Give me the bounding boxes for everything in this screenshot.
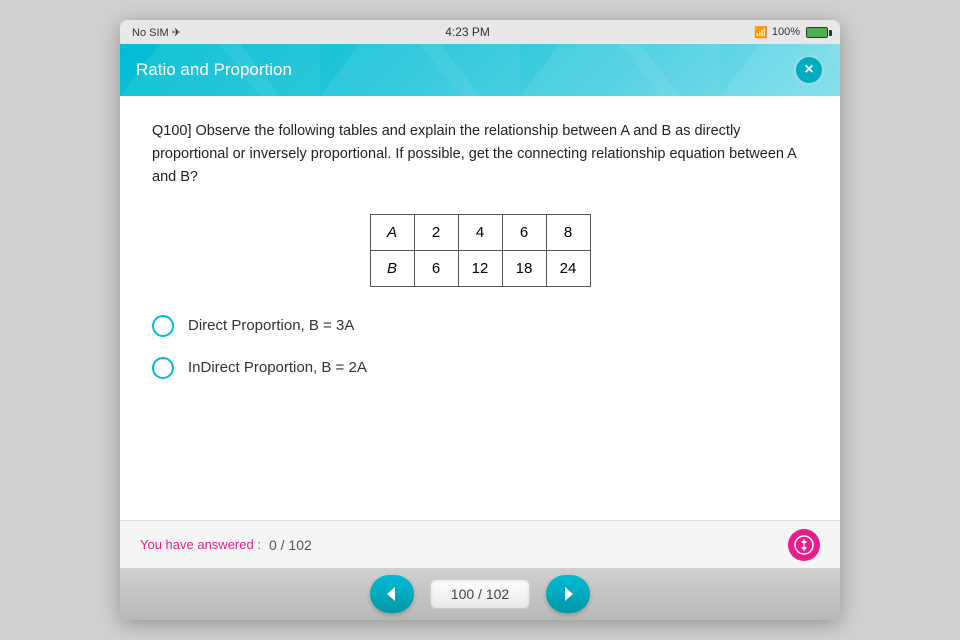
answered-count: 0 / 102 — [269, 537, 312, 553]
header-title: Ratio and Proportion — [136, 60, 292, 80]
option-2[interactable]: InDirect Proportion, B = 2A — [152, 357, 808, 379]
answered-total: 102 — [288, 537, 311, 553]
radio-2[interactable] — [152, 357, 174, 379]
row-a-val4: 8 — [546, 214, 590, 250]
bluetooth-icon: 📶 — [754, 26, 768, 39]
answered-number: 0 — [269, 537, 277, 553]
prev-icon — [383, 585, 401, 603]
bottom-logo — [788, 529, 820, 561]
options-container: Direct Proportion, B = 3A InDirect Propo… — [152, 315, 808, 379]
next-button[interactable] — [546, 575, 590, 613]
page-sep: / — [478, 586, 486, 602]
question-number: Q100] — [152, 123, 192, 139]
table-row-a: A 2 4 6 8 — [370, 214, 590, 250]
table-row-b: B 6 12 18 24 — [370, 250, 590, 286]
question-body: Observe the following tables and explain… — [152, 123, 796, 185]
status-right: 📶 100% — [754, 26, 828, 39]
prev-button[interactable] — [370, 575, 414, 613]
status-bar: No SIM ✈ 4:23 PM 📶 100% — [120, 20, 840, 44]
row-b-val4: 24 — [546, 250, 590, 286]
proportion-table: A 2 4 6 8 B 6 12 18 24 — [370, 214, 591, 287]
battery-label: 100% — [772, 26, 800, 38]
row-b-val2: 12 — [458, 250, 502, 286]
row-b-label: B — [370, 250, 414, 286]
option-2-text: InDirect Proportion, B = 2A — [188, 359, 367, 376]
answered-label: You have answered : — [140, 537, 261, 552]
row-a-val2: 4 — [458, 214, 502, 250]
row-a-val3: 6 — [502, 214, 546, 250]
header: Ratio and Proportion × — [120, 44, 840, 96]
logo-icon — [794, 535, 814, 555]
main-content: Q100] Observe the following tables and e… — [120, 96, 840, 520]
current-page: 100 — [451, 586, 474, 602]
status-time: 4:23 PM — [445, 25, 490, 39]
device-frame: No SIM ✈ 4:23 PM 📶 100% Ratio and Propor… — [120, 20, 840, 620]
option-1-text: Direct Proportion, B = 3A — [188, 317, 354, 334]
page-indicator: 100 / 102 — [430, 579, 530, 609]
question-text: Q100] Observe the following tables and e… — [152, 120, 808, 190]
nav-bar: 100 / 102 — [120, 568, 840, 620]
option-1[interactable]: Direct Proportion, B = 3A — [152, 315, 808, 337]
status-carrier: No SIM ✈ — [132, 26, 181, 39]
bottom-bar: You have answered : 0 / 102 — [120, 520, 840, 568]
total-pages: 102 — [486, 586, 509, 602]
answered-info: You have answered : 0 / 102 — [140, 537, 312, 553]
row-b-val1: 6 — [414, 250, 458, 286]
close-button[interactable]: × — [794, 55, 824, 85]
row-a-val1: 2 — [414, 214, 458, 250]
next-icon — [559, 585, 577, 603]
status-left: No SIM ✈ — [132, 26, 181, 39]
radio-1[interactable] — [152, 315, 174, 337]
table-container: A 2 4 6 8 B 6 12 18 24 — [152, 214, 808, 287]
row-b-val3: 18 — [502, 250, 546, 286]
row-a-label: A — [370, 214, 414, 250]
battery-icon — [806, 27, 828, 38]
